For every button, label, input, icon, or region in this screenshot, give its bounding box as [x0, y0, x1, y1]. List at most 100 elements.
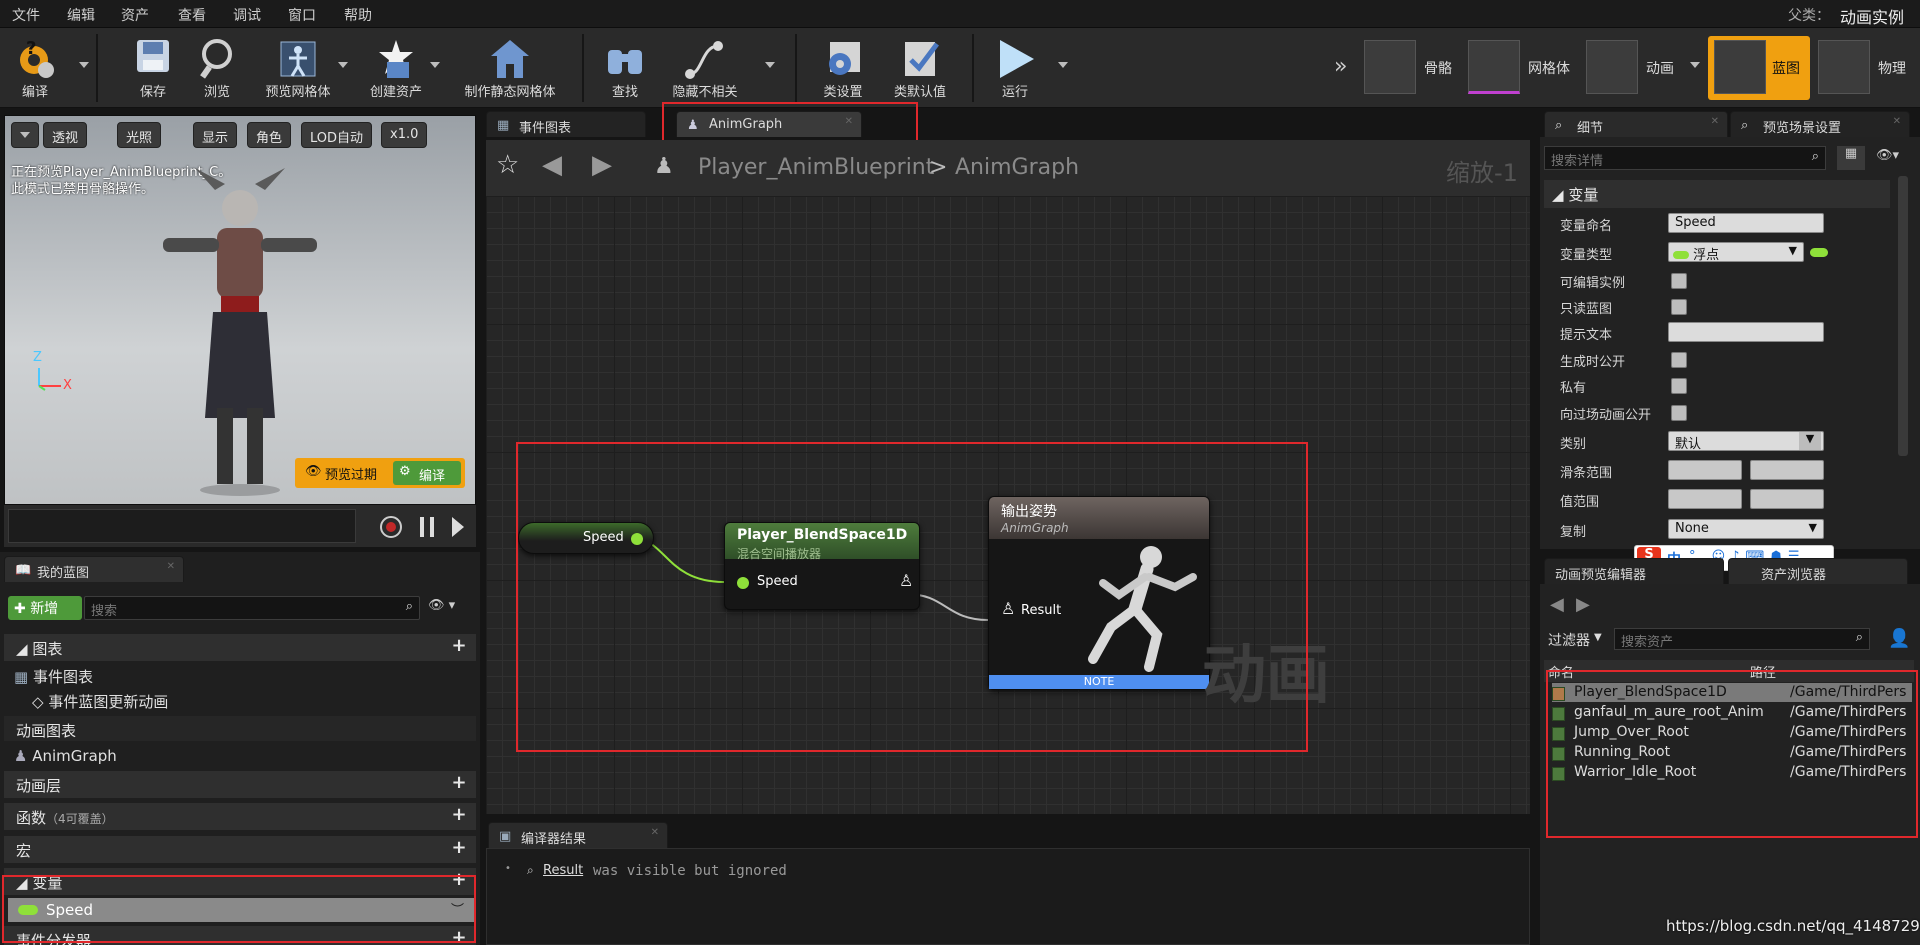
value-range-min[interactable]: [1668, 489, 1742, 509]
expose-on-spawn-checkbox[interactable]: [1671, 352, 1687, 368]
instance-editable-checkbox[interactable]: [1671, 273, 1687, 289]
filters-dropdown[interactable]: 过滤器: [1548, 630, 1590, 650]
speed-getter-node[interactable]: Speed: [518, 522, 654, 554]
asset-row[interactable]: Jump_Over_Root/Game/ThirdPers: [1550, 724, 1910, 744]
asset-row[interactable]: Warrior_Idle_Root/Game/ThirdPers: [1550, 764, 1910, 784]
compile-options-chevron-icon[interactable]: [79, 62, 89, 68]
create-asset-chevron-icon[interactable]: [430, 62, 440, 68]
lod-auto-button[interactable]: LOD自动: [301, 122, 373, 148]
visibility-eye-icon[interactable]: 👁▾: [1876, 148, 1899, 163]
tab-compiler-results[interactable]: ▣ 编译器结果 ✕: [488, 822, 668, 848]
column-path[interactable]: 路径: [1750, 662, 1776, 681]
character-button[interactable]: 角色: [247, 122, 292, 148]
anim-graphs-section[interactable]: 动画图表: [4, 716, 476, 741]
readonly-checkbox[interactable]: [1671, 299, 1687, 315]
replication-dropdown[interactable]: None ▼: [1668, 519, 1824, 539]
functions-section[interactable]: 函数（4可覆盖） +: [4, 803, 476, 830]
close-icon[interactable]: ✕: [1893, 116, 1901, 127]
event-update-item[interactable]: ◇ 事件蓝图更新动画: [4, 688, 476, 712]
menu-view[interactable]: 查看: [178, 5, 206, 25]
output-pose-node[interactable]: 输出姿势 AnimGraph ♙ Result NOTE: [988, 496, 1210, 690]
hide-unrelated-button[interactable]: 隐藏不相关: [664, 30, 746, 104]
tab-anim-graph[interactable]: ♟ AnimGraph ✕: [676, 111, 862, 137]
event-dispatchers-section[interactable]: 事件分发器 +: [4, 926, 476, 945]
hide-unrelated-chevron-icon[interactable]: [765, 62, 775, 68]
playback-speed-button[interactable]: x1.0: [381, 122, 428, 148]
browse-button[interactable]: 浏览: [186, 30, 248, 104]
class-settings-button[interactable]: 类设置: [808, 30, 878, 104]
close-icon[interactable]: ✕: [845, 116, 853, 127]
asset-search-input[interactable]: 搜索资产 ⌕: [1614, 628, 1870, 650]
save-button[interactable]: 保存: [122, 30, 184, 104]
anim-layers-section[interactable]: 动画层 +: [4, 771, 476, 798]
graphs-section[interactable]: ◢ 图表 +: [4, 634, 476, 661]
preview-mesh-chevron-icon[interactable]: [338, 62, 348, 68]
animation-mode-chevron-icon[interactable]: [1690, 62, 1700, 68]
tab-asset-browser[interactable]: 资产浏览器: [1728, 558, 1908, 584]
container-type-pill-icon[interactable]: [1810, 248, 1828, 257]
details-variable-section[interactable]: ◢ 变量: [1544, 180, 1890, 208]
preview-mesh-button[interactable]: 预览网格体: [255, 30, 341, 104]
menu-window[interactable]: 窗口: [288, 5, 316, 25]
value-range-max[interactable]: [1750, 489, 1824, 509]
anim-graph-item[interactable]: ♟ AnimGraph: [4, 744, 476, 768]
menu-asset[interactable]: 资产: [121, 5, 149, 25]
search-icon[interactable]: ⌕: [406, 599, 413, 614]
mode-mesh-button[interactable]: 网格体: [1468, 40, 1578, 96]
asset-row[interactable]: Player_BlendSpace1D/Game/ThirdPers: [1550, 684, 1910, 704]
back-arrow-icon[interactable]: ◀: [1550, 594, 1564, 615]
menu-help[interactable]: 帮助: [344, 5, 372, 25]
column-name[interactable]: 命名: [1548, 662, 1574, 681]
pose-output-pin-icon[interactable]: ♙: [899, 571, 913, 590]
variable-type-dropdown[interactable]: 浮点 ▼: [1668, 242, 1804, 263]
tab-anim-preview-editor[interactable]: 动画预览编辑器: [1544, 558, 1724, 584]
find-button[interactable]: 查找: [594, 30, 656, 104]
add-dispatcher-plus-icon[interactable]: +: [450, 929, 468, 945]
pause-button[interactable]: [420, 517, 434, 537]
forward-arrow-icon[interactable]: ▶: [1576, 594, 1590, 615]
search-icon[interactable]: ⌕: [1856, 630, 1863, 645]
float-output-pin-icon[interactable]: [631, 533, 643, 545]
add-variable-plus-icon[interactable]: +: [450, 871, 468, 889]
visibility-eye-icon[interactable]: 👁 ▾: [428, 598, 455, 613]
viewport-options-button[interactable]: [11, 122, 39, 148]
tab-preview-scene-settings[interactable]: ⌕ 预览场景设置 ✕: [1730, 111, 1910, 137]
property-matrix-icon[interactable]: ▦: [1836, 145, 1866, 171]
viewport-compile-button[interactable]: ⚙ 编译: [393, 461, 461, 485]
tab-event-graph[interactable]: ▦ 事件图表: [486, 111, 646, 137]
class-defaults-button[interactable]: 类默认值: [880, 30, 960, 104]
anim-graph-canvas[interactable]: Speed Player_BlendSpace1D 混合空间播放器 Speed …: [486, 196, 1530, 814]
category-dropdown[interactable]: 默认 ▼: [1668, 431, 1824, 452]
add-function-plus-icon[interactable]: +: [450, 806, 468, 824]
pose-input-pin-icon[interactable]: ♙: [1001, 599, 1015, 618]
run-button[interactable]: 运行: [984, 30, 1046, 104]
asset-row[interactable]: Running_Root/Game/ThirdPers: [1550, 744, 1910, 764]
result-link[interactable]: Result: [543, 863, 583, 878]
show-button[interactable]: 显示: [193, 122, 238, 148]
speed-variable-row[interactable]: Speed ︶: [8, 898, 474, 922]
macros-section[interactable]: 宏 +: [4, 836, 476, 863]
mode-skeleton-button[interactable]: 骨骼: [1364, 40, 1464, 96]
menu-file[interactable]: 文件: [12, 5, 40, 25]
favorite-star-icon[interactable]: ☆: [496, 150, 519, 180]
variables-section[interactable]: ◢ 变量 +: [4, 868, 476, 895]
mode-animation-button[interactable]: 动画: [1586, 40, 1696, 96]
mode-blueprint-button[interactable]: 蓝图: [1708, 36, 1810, 100]
details-search-input[interactable]: 搜索详情 ⌕: [1544, 146, 1826, 170]
float-input-pin-icon[interactable]: [737, 577, 749, 589]
variable-name-field[interactable]: Speed: [1668, 213, 1824, 233]
event-graph-item[interactable]: ▦ 事件图表: [4, 663, 476, 687]
blueprint-search-input[interactable]: 搜索 ⌕: [84, 596, 420, 620]
asset-row[interactable]: ganfaul_m_aure_root_Anim/Game/ThirdPers: [1550, 704, 1910, 724]
blendspace-player-node[interactable]: Player_BlendSpace1D 混合空间播放器 Speed ♙: [724, 522, 920, 610]
preview-viewport[interactable]: 透视 光照 显示 角色 LOD自动 x1.0 正在预览Player_AnimBl…: [4, 115, 476, 505]
slider-range-max[interactable]: [1750, 460, 1824, 480]
breadcrumb-anim-graph[interactable]: AnimGraph: [955, 155, 1079, 180]
play-forward-button[interactable]: [452, 517, 464, 537]
close-icon[interactable]: ✕: [1711, 116, 1719, 127]
add-graph-plus-icon[interactable]: +: [450, 637, 468, 655]
private-checkbox[interactable]: [1671, 378, 1687, 394]
lit-button[interactable]: 光照: [117, 122, 162, 148]
breadcrumb-blueprint[interactable]: Player_AnimBlueprint: [698, 155, 934, 180]
forward-arrow-icon[interactable]: ▶: [592, 150, 612, 180]
